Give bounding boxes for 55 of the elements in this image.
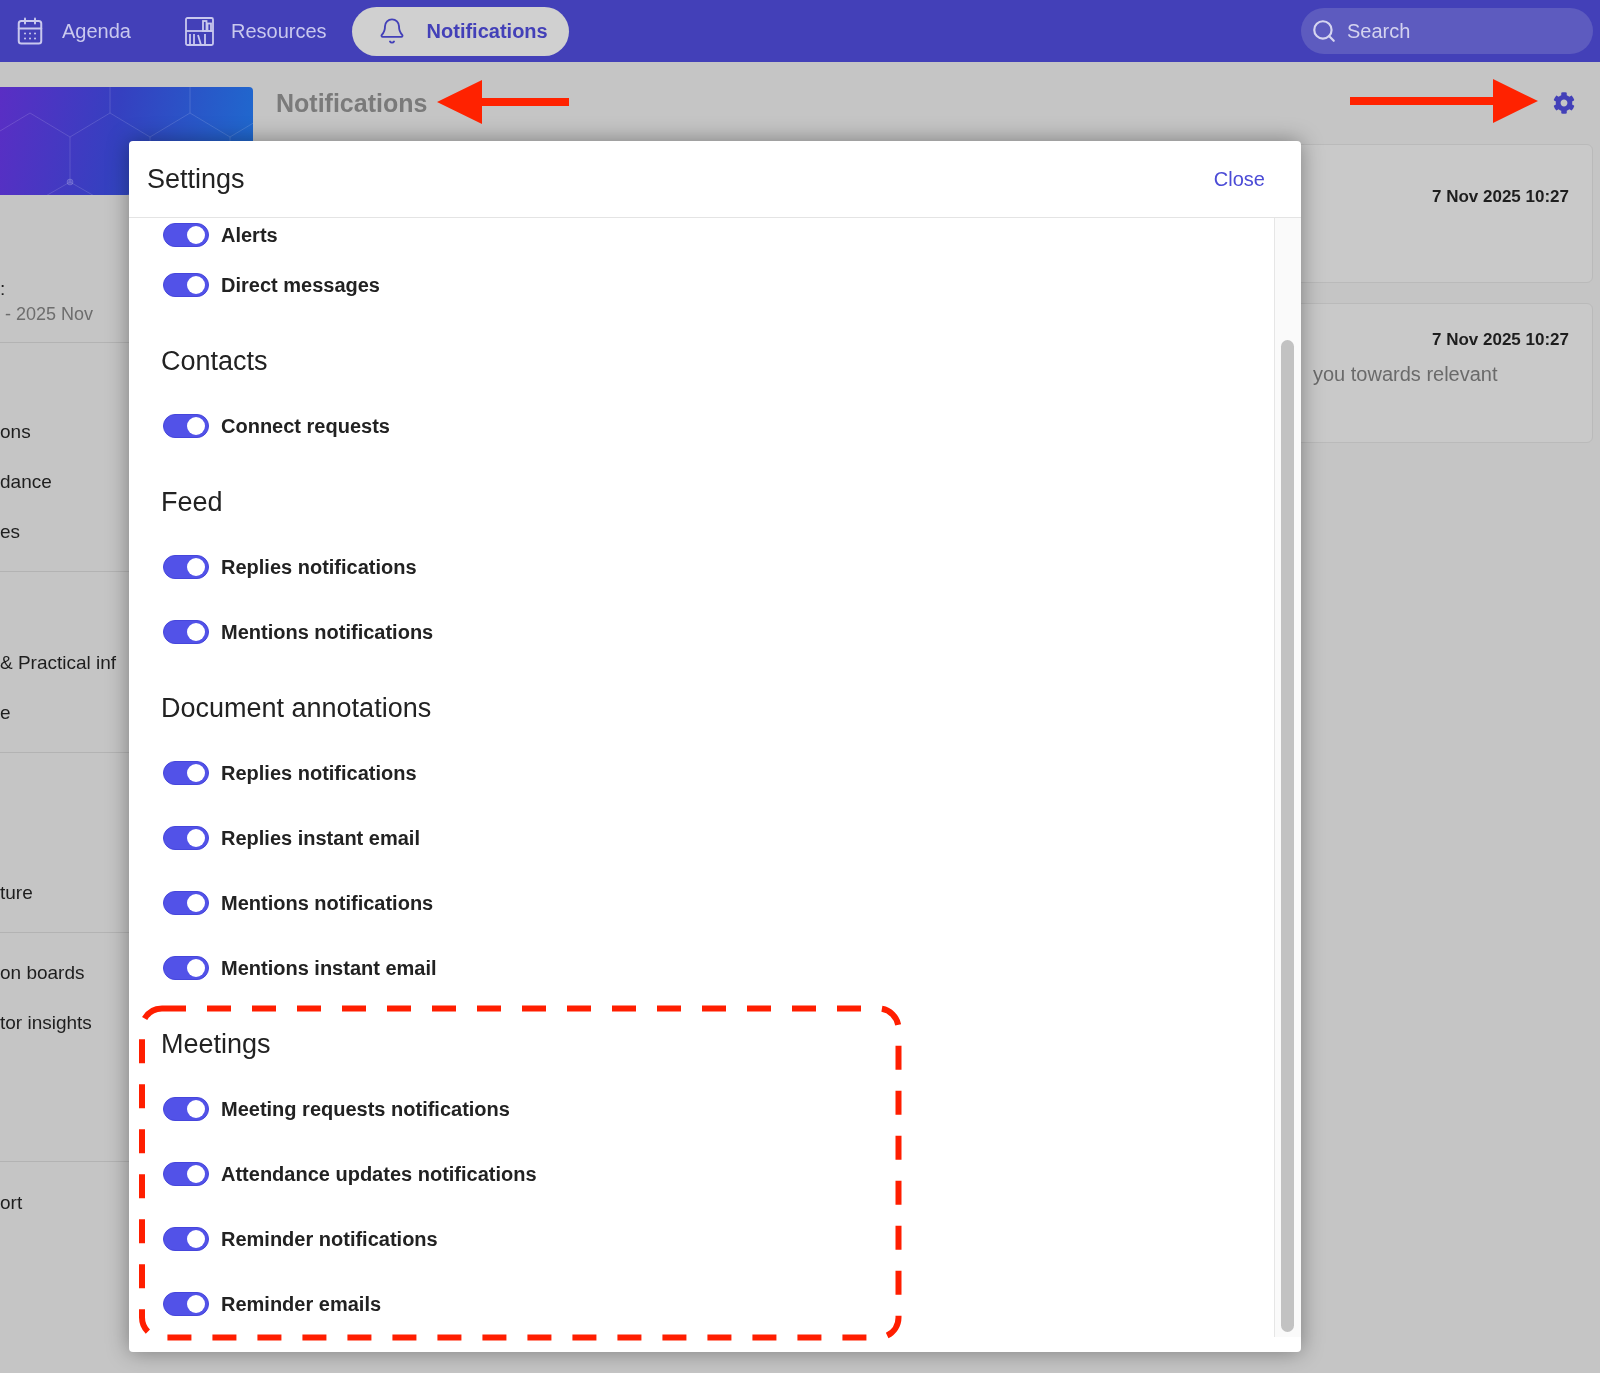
setting-label: Replies instant email <box>221 825 420 850</box>
toggle-switch[interactable] <box>163 955 209 980</box>
sidebar-item[interactable]: ture <box>0 882 33 904</box>
search-icon <box>1311 18 1337 44</box>
toggle-switch[interactable] <box>163 223 209 247</box>
section-heading: Meetings <box>161 1030 271 1058</box>
setting-label: Alerts <box>221 223 278 247</box>
settings-icon[interactable] <box>1553 92 1575 114</box>
calendar-icon <box>15 16 45 46</box>
sidebar-item[interactable]: tor insights <box>0 1012 92 1034</box>
page-title: Notifications <box>276 88 428 118</box>
toggle-switch[interactable] <box>163 619 209 644</box>
timestamp: 7 Nov 2025 10:27 <box>1431 330 1569 350</box>
scrollbar-thumb[interactable] <box>1281 340 1294 1332</box>
setting-label: Reminder notifications <box>221 1226 438 1251</box>
sidebar-item[interactable]: & Practical inf <box>0 652 117 674</box>
notification-text: you towards relevant <box>1313 362 1498 386</box>
setting-label: Attendance updates notifications <box>221 1161 537 1186</box>
toggle-switch[interactable] <box>163 825 209 850</box>
setting-label: Meeting requests notifications <box>221 1096 510 1121</box>
sidebar-item[interactable]: dance <box>0 471 52 493</box>
nav-tab[interactable]: Notifications <box>351 6 569 56</box>
search-field[interactable]: Search <box>1301 8 1593 54</box>
setting-label: Mentions instant email <box>221 955 437 980</box>
setting-label: Direct messages <box>221 272 380 297</box>
toggle-switch[interactable] <box>163 1226 209 1251</box>
nav-tab[interactable]: Resources <box>169 6 342 56</box>
toggle-switch[interactable] <box>163 1096 209 1121</box>
toggle-switch[interactable] <box>163 554 209 579</box>
sidebar-item[interactable]: on boards <box>0 962 85 984</box>
section-heading: Feed <box>161 488 223 516</box>
setting-label: Replies notifications <box>221 760 417 785</box>
timestamp: 7 Nov 2025 10:27 <box>1431 187 1569 207</box>
section-heading: Contacts <box>161 347 268 375</box>
nav-tab[interactable]: Agenda <box>0 6 146 56</box>
dialog-title: Settings <box>147 163 245 195</box>
toggle-switch[interactable] <box>163 760 209 785</box>
sidebar-item[interactable]: e <box>0 702 11 724</box>
sidebar-item[interactable]: es <box>0 521 21 543</box>
setting-label: Mentions notifications <box>221 619 434 644</box>
setting-label: Replies notifications <box>221 554 417 579</box>
toggle-switch[interactable] <box>163 890 209 915</box>
sidebar-item[interactable]: ort <box>0 1192 23 1214</box>
sidebar-item[interactable]: ons <box>0 421 31 443</box>
setting-label: Connect requests <box>221 413 390 438</box>
bookshelf-icon <box>184 16 214 46</box>
section-heading: Document annotations <box>161 694 432 722</box>
toggle-switch[interactable] <box>163 1161 209 1186</box>
setting-label: Mentions notifications <box>221 890 434 915</box>
setting-label: Reminder emails <box>221 1291 382 1316</box>
close-button[interactable]: Close <box>1213 167 1265 191</box>
toggle-switch[interactable] <box>163 1291 209 1316</box>
sidebar-item[interactable]: : <box>0 277 6 300</box>
toggle-switch[interactable] <box>163 272 209 297</box>
toggle-switch[interactable] <box>163 413 209 438</box>
